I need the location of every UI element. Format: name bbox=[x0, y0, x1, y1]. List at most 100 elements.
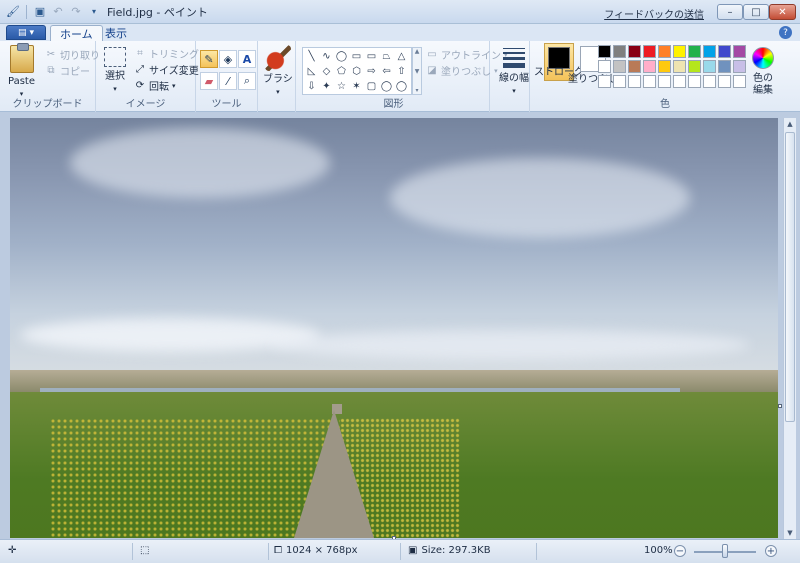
shape-option[interactable]: ⏢ bbox=[379, 49, 394, 64]
shapes-gallery[interactable]: ╲ ∿ ◯ ▭ ▭ ⏢ △ ◺ ◇ ⬠ ⬡ ⇨ ⇦ ⇧ ⇩ ✦ ☆ ✶ ▢ ◯ ◯ bbox=[302, 47, 412, 95]
shape-option[interactable]: ▭ bbox=[364, 49, 379, 64]
palette-swatch[interactable] bbox=[718, 45, 731, 58]
line-width-button[interactable]: 線の幅 ▾ bbox=[499, 47, 529, 97]
rotate-button[interactable]: ⟳ 回転 ▾ bbox=[134, 78, 176, 93]
color-picker-icon[interactable]: ⁄ bbox=[219, 72, 237, 90]
palette-swatch[interactable] bbox=[658, 75, 671, 88]
shape-option[interactable]: ◯ bbox=[334, 49, 349, 64]
shape-option[interactable]: △ bbox=[394, 49, 409, 64]
copy-button[interactable]: ⧉ コピー bbox=[45, 63, 90, 78]
image-group-label: イメージ bbox=[125, 99, 166, 110]
gallery-expand-icon[interactable]: ▾ bbox=[415, 87, 418, 94]
palette-swatch[interactable] bbox=[658, 45, 671, 58]
palette-swatch[interactable] bbox=[628, 60, 641, 73]
save-icon[interactable]: ▣ bbox=[33, 5, 47, 19]
shape-option[interactable]: ⬠ bbox=[334, 64, 349, 79]
palette-swatch[interactable] bbox=[643, 45, 656, 58]
select-button[interactable]: 選択 ▾ bbox=[104, 47, 126, 95]
undo-icon[interactable]: ↶ bbox=[51, 5, 65, 19]
palette-swatch[interactable] bbox=[658, 60, 671, 73]
clipboard-group: Paste ▾ ✂ 切り取り ⧉ コピー クリップボード bbox=[0, 41, 100, 112]
shapes-scrollbar[interactable]: ▲ ▼ ▾ bbox=[412, 47, 422, 95]
palette-swatch[interactable] bbox=[643, 60, 656, 73]
canvas-image[interactable] bbox=[10, 118, 778, 538]
shape-option[interactable]: ⇦ bbox=[379, 64, 394, 79]
palette-swatch[interactable] bbox=[733, 45, 746, 58]
zoom-in-button[interactable]: + bbox=[765, 545, 777, 557]
app-menu-button[interactable]: ▤ ▾ bbox=[6, 25, 46, 40]
palette-swatch[interactable] bbox=[598, 75, 611, 88]
shape-option[interactable]: ◯ bbox=[379, 79, 394, 94]
palette-swatch[interactable] bbox=[643, 75, 656, 88]
palette-swatch[interactable] bbox=[673, 60, 686, 73]
shape-option[interactable]: ▢ bbox=[364, 79, 379, 94]
customize-qat-icon[interactable]: ▾ bbox=[87, 5, 101, 19]
palette-swatch[interactable] bbox=[688, 45, 701, 58]
shape-option[interactable]: ◇ bbox=[319, 64, 334, 79]
shape-option[interactable]: ☆ bbox=[334, 79, 349, 94]
palette-swatch[interactable] bbox=[718, 75, 731, 88]
scissors-icon: ✂ bbox=[46, 49, 56, 60]
title-bar: 🖌 ▣ ↶ ↷ ▾ Field.jpg - ペイント フィードバックの送信 – … bbox=[0, 0, 800, 24]
palette-swatch[interactable] bbox=[718, 60, 731, 73]
brush-group: ブラシ ▾ bbox=[258, 41, 296, 112]
redo-icon[interactable]: ↷ bbox=[69, 5, 83, 19]
text-tool-icon[interactable]: A bbox=[238, 50, 256, 68]
palette-swatch[interactable] bbox=[628, 45, 641, 58]
edit-colors-button[interactable]: 色の編集 bbox=[750, 47, 776, 97]
zoom-out-button[interactable]: − bbox=[674, 545, 686, 557]
close-button[interactable]: ✕ bbox=[769, 4, 796, 20]
magnifier-icon[interactable]: ⌕ bbox=[238, 72, 256, 90]
palette-swatch[interactable] bbox=[688, 75, 701, 88]
minimize-button[interactable]: – bbox=[717, 4, 743, 20]
zoom-slider-thumb[interactable] bbox=[722, 544, 728, 558]
palette-swatch[interactable] bbox=[613, 75, 626, 88]
vertical-scrollbar[interactable]: ▲ ▼ bbox=[783, 118, 796, 539]
help-icon[interactable]: ? bbox=[779, 26, 792, 39]
shape-option[interactable]: ⇩ bbox=[304, 79, 319, 94]
palette-swatch[interactable] bbox=[598, 45, 611, 58]
shape-fill-button[interactable]: ◪ 塗りつぶし ▾ bbox=[426, 63, 497, 78]
scroll-down-icon[interactable]: ▼ bbox=[784, 527, 796, 539]
scroll-up-icon[interactable]: ▲ bbox=[415, 48, 420, 55]
palette-swatch[interactable] bbox=[673, 45, 686, 58]
shape-option[interactable]: ⇧ bbox=[394, 64, 409, 79]
shape-option[interactable]: ∿ bbox=[319, 49, 334, 64]
shape-option[interactable]: ◺ bbox=[304, 64, 319, 79]
palette-swatch[interactable] bbox=[673, 75, 686, 88]
palette-swatch[interactable] bbox=[628, 75, 641, 88]
pencil-icon[interactable]: ✎ bbox=[200, 50, 218, 68]
shape-option[interactable]: ╲ bbox=[304, 49, 319, 64]
shape-option[interactable]: ✦ bbox=[319, 79, 334, 94]
scroll-down-icon[interactable]: ▼ bbox=[415, 68, 420, 75]
fill-bucket-icon[interactable]: ◈ bbox=[219, 50, 237, 68]
tab-home[interactable]: ホーム bbox=[50, 25, 103, 41]
palette-swatch[interactable] bbox=[613, 60, 626, 73]
cut-button[interactable]: ✂ 切り取り bbox=[45, 47, 100, 62]
palette-swatch[interactable] bbox=[598, 60, 611, 73]
eraser-icon[interactable]: ▰ bbox=[200, 72, 218, 90]
resize-button[interactable]: ⤢ サイズ変更 bbox=[134, 62, 199, 77]
paint-app-icon[interactable]: 🖌 bbox=[6, 5, 20, 19]
palette-swatch[interactable] bbox=[613, 45, 626, 58]
feedback-link[interactable]: フィードバックの送信 bbox=[604, 6, 704, 21]
tab-view[interactable]: 表示 bbox=[96, 25, 136, 41]
paste-button[interactable]: Paste ▾ bbox=[8, 43, 35, 100]
maximize-button[interactable]: □ bbox=[743, 4, 769, 20]
palette-swatch[interactable] bbox=[733, 75, 746, 88]
palette-swatch[interactable] bbox=[688, 60, 701, 73]
palette-swatch[interactable] bbox=[703, 45, 716, 58]
shape-option[interactable]: ▭ bbox=[349, 49, 364, 64]
palette-swatch[interactable] bbox=[733, 60, 746, 73]
crop-button[interactable]: ⌗ トリミング bbox=[134, 46, 199, 61]
scroll-up-icon[interactable]: ▲ bbox=[784, 118, 796, 130]
shape-option[interactable]: ⇨ bbox=[364, 64, 379, 79]
shape-option[interactable]: ✶ bbox=[349, 79, 364, 94]
shape-option[interactable]: ⬡ bbox=[349, 64, 364, 79]
palette-swatch[interactable] bbox=[703, 75, 716, 88]
shape-option[interactable]: ◯ bbox=[394, 79, 409, 94]
brush-button[interactable]: ブラシ ▾ bbox=[263, 45, 293, 98]
scrollbar-thumb[interactable] bbox=[785, 132, 795, 422]
resize-handle[interactable] bbox=[778, 404, 782, 408]
palette-swatch[interactable] bbox=[703, 60, 716, 73]
